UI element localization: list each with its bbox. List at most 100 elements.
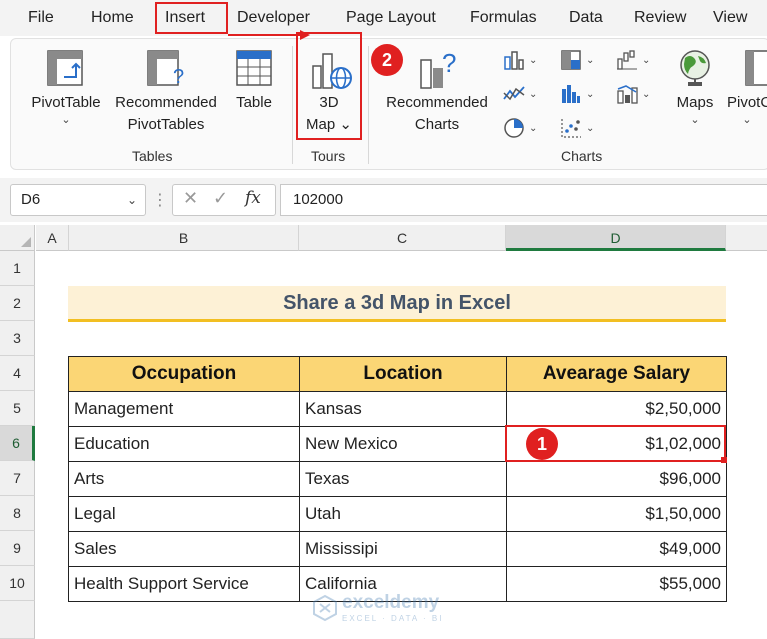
table-button[interactable]: Table [230, 92, 278, 114]
column-header-c[interactable]: C [299, 225, 506, 251]
table-icon [236, 50, 272, 86]
column-chart-button[interactable]: ⌄ [503, 47, 549, 73]
row-header-1[interactable]: 1 [0, 251, 35, 286]
svg-text:?: ? [442, 48, 456, 78]
table-row: Arts Texas $96,000 [68, 461, 727, 497]
header-salary[interactable]: Avearage Salary [506, 356, 727, 392]
recommended-charts-button[interactable]: Recommended Charts [380, 92, 494, 136]
location-cell[interactable]: New Mexico [299, 426, 507, 462]
salary-cell[interactable]: $49,000 [506, 531, 727, 567]
tab-page-layout[interactable]: Page Layout [346, 0, 436, 36]
location-cell[interactable]: Texas [299, 461, 507, 497]
statistic-chart-icon [562, 85, 580, 103]
recommended-pivot-tables-icon: ? [147, 50, 184, 88]
header-location[interactable]: Location [299, 356, 507, 392]
recommended-charts-icon: ? [420, 48, 456, 89]
cancel-icon[interactable]: ✕ [183, 188, 198, 209]
pivot-chart-button[interactable]: PivotC ⌄ [727, 92, 767, 126]
fill-handle[interactable] [721, 457, 727, 463]
combo-chart-button[interactable]: ⌄ [616, 81, 662, 107]
group-label-tours: Tours [311, 148, 346, 164]
row-header-10[interactable]: 10 [0, 566, 35, 601]
maps-icon [680, 50, 710, 86]
occupation-cell[interactable]: Arts [68, 461, 300, 497]
header-occupation[interactable]: Occupation [68, 356, 300, 392]
line-chart-button[interactable]: ⌄ [503, 81, 549, 107]
column-header-b[interactable]: B [69, 225, 299, 251]
hierarchy-chart-icon [561, 50, 581, 70]
table-row: Legal Utah $1,50,000 [68, 496, 727, 532]
chevron-down-icon[interactable]: ⌄ [127, 185, 137, 215]
tab-home[interactable]: Home [91, 0, 134, 36]
row-header-8[interactable]: 8 [0, 496, 35, 531]
salary-cell[interactable]: $2,50,000 [506, 391, 727, 427]
column-header-a[interactable]: A [36, 225, 69, 251]
table-row: Sales Mississipi $49,000 [68, 531, 727, 567]
maps-button[interactable]: Maps ⌄ [668, 92, 722, 126]
salary-cell[interactable]: $55,000 [506, 566, 727, 602]
waterfall-chart-icon [617, 50, 637, 70]
step-1-badge: 1 [526, 428, 558, 460]
row-header-2[interactable]: 2 [0, 286, 35, 321]
ribbon-tab-bar: File Home Insert Developer Page Layout F… [0, 0, 767, 36]
column-header-blank [726, 225, 767, 251]
tab-review[interactable]: Review [634, 0, 686, 36]
column-header-d[interactable]: D [506, 225, 726, 251]
occupation-cell[interactable]: Management [68, 391, 300, 427]
row-header-3[interactable]: 3 [0, 321, 35, 356]
formula-input[interactable]: 102000 [280, 184, 767, 216]
table-row: Management Kansas $2,50,000 [68, 391, 727, 427]
tab-file[interactable]: File [28, 0, 54, 36]
scatter-chart-icon [561, 119, 581, 138]
exceldemy-logo-icon [313, 594, 337, 622]
occupation-cell[interactable]: Legal [68, 496, 300, 532]
group-separator [292, 46, 293, 164]
pivot-chart-icon [745, 50, 767, 86]
group-label-charts: Charts [561, 148, 603, 164]
statistic-chart-button[interactable]: ⌄ [560, 81, 606, 107]
recommended-pivot-tables-button[interactable]: Recommended PivotTables [110, 92, 222, 136]
combo-chart-icon [617, 85, 638, 104]
step-2-badge: 2 [371, 44, 403, 76]
more-options-icon[interactable]: ⋮ [152, 190, 168, 210]
pie-chart-button[interactable]: ⌄ [503, 115, 549, 141]
salary-cell[interactable]: $1,50,000 [506, 496, 727, 532]
location-cell[interactable]: Utah [299, 496, 507, 532]
group-label-tables: Tables [132, 148, 173, 164]
formula-buttons: ✕ ✓ fx [172, 184, 276, 216]
row-header-blank [0, 601, 35, 639]
name-box[interactable]: D6 ⌄ [10, 184, 146, 216]
salary-cell[interactable]: $96,000 [506, 461, 727, 497]
line-chart-icon [503, 86, 525, 101]
pivot-table-icon [47, 50, 83, 86]
row-header-9[interactable]: 9 [0, 531, 35, 566]
row-header-6[interactable]: 6 [0, 426, 35, 461]
row-header-4[interactable]: 4 [0, 356, 35, 391]
insert-function-icon[interactable]: fx [245, 188, 261, 208]
tab-data[interactable]: Data [569, 0, 603, 36]
occupation-cell[interactable]: Education [68, 426, 300, 462]
pointer-arrow-icon [228, 30, 310, 40]
salary-table: Occupation Location Avearage Salary Mana… [68, 356, 727, 602]
tab-view[interactable]: View [713, 0, 747, 36]
svg-text:?: ? [173, 66, 184, 88]
exceldemy-watermark: exceldemy EXCEL · DATA · BI [312, 592, 462, 626]
confirm-icon[interactable]: ✓ [213, 188, 228, 209]
sheet-title[interactable]: Share a 3d Map in Excel [68, 286, 726, 322]
3d-map-highlight [296, 32, 362, 140]
pivot-table-button[interactable]: PivotTable ⌄ [28, 92, 104, 126]
select-all-corner[interactable] [0, 225, 35, 251]
occupation-cell[interactable]: Sales [68, 531, 300, 567]
location-cell[interactable]: Mississipi [299, 531, 507, 567]
group-separator [368, 46, 369, 164]
waterfall-chart-button[interactable]: ⌄ [616, 47, 662, 73]
insert-tab-highlight [155, 2, 228, 34]
hierarchy-chart-button[interactable]: ⌄ [560, 47, 606, 73]
scatter-chart-button[interactable]: ⌄ [560, 115, 606, 141]
location-cell[interactable]: Kansas [299, 391, 507, 427]
row-header-5[interactable]: 5 [0, 391, 35, 426]
occupation-cell[interactable]: Health Support Service [68, 566, 300, 602]
tab-formulas[interactable]: Formulas [470, 0, 537, 36]
formula-bar: D6 ⌄ ⋮ ✕ ✓ fx 102000 [0, 178, 767, 222]
row-header-7[interactable]: 7 [0, 461, 35, 496]
